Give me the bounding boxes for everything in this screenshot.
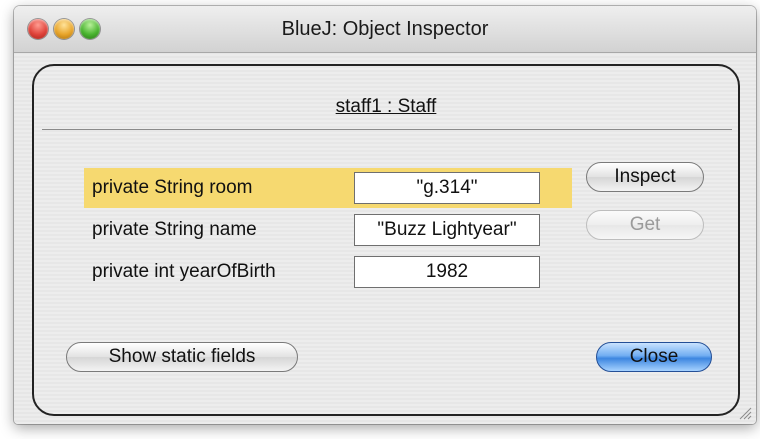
resize-grip-icon[interactable] [738,406,752,420]
field-label-name[interactable]: private String name [84,214,346,246]
inspector-panel: staff1 : Staff private String room "g.31… [32,64,740,416]
get-button[interactable]: Get [586,210,704,240]
field-label-year-of-birth[interactable]: private int yearOfBirth [84,256,346,288]
inspect-button[interactable]: Inspect [586,162,704,192]
object-header: staff1 : Staff [335,96,437,117]
close-button[interactable]: Close [596,342,712,372]
title-bar[interactable]: BlueJ: Object Inspector [14,6,756,53]
show-static-fields-button[interactable]: Show static fields [66,342,298,372]
header-divider [42,129,732,130]
field-value-room[interactable]: "g.314" [354,172,540,204]
object-inspector-window: BlueJ: Object Inspector staff1 : Staff p… [14,6,756,424]
field-value-year-of-birth[interactable]: 1982 [354,256,540,288]
field-label-room[interactable]: private String room [84,172,346,204]
field-value-name[interactable]: "Buzz Lightyear" [354,214,540,246]
window-title: BlueJ: Object Inspector [281,18,489,40]
